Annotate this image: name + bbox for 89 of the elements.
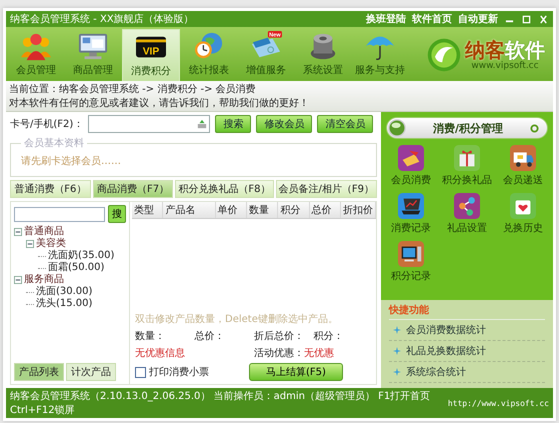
tree-item[interactable]: 洗面奶(35.00) — [48, 250, 114, 262]
window-title: 纳客会员管理系统 - XX旗舰店（体验版） — [10, 12, 194, 26]
feedback-text: 对本软件有任何的意见或者建议，请告诉我们，帮助我们做的更好！ — [9, 96, 309, 110]
action-button[interactable]: 修改会员 — [256, 115, 312, 133]
nav-tab[interactable]: VIP 消费积分 — [122, 29, 180, 81]
tab[interactable]: 商品消费（F7） — [92, 180, 174, 198]
hint-text: 双击修改产品数量，Delete键删除选中产品。 — [134, 312, 339, 326]
action-button[interactable]: 清空会员 — [317, 115, 374, 133]
panel-item[interactable]: 积分换礼品 — [439, 145, 495, 187]
panel-item[interactable]: 积分记录 — [383, 241, 439, 283]
bag-icon — [510, 193, 536, 219]
nav-tab[interactable]: 服务与支持 — [352, 29, 408, 81]
tree-category[interactable]: 美容类 — [36, 238, 66, 250]
logo-icon — [426, 37, 462, 73]
panel-item[interactable]: 礼品设置 — [439, 193, 495, 235]
header-link[interactable]: 换班登陆 — [366, 12, 406, 26]
panel-item[interactable]: 会员递送 — [495, 145, 551, 187]
column-header: 积分 — [278, 202, 310, 218]
collapse-icon[interactable] — [14, 228, 22, 236]
tab[interactable]: 积分兑换礼品（F8） — [175, 180, 274, 198]
column-header: 折扣价 — [341, 202, 376, 218]
people-icon — [19, 31, 53, 61]
column-header: 产品名 — [163, 202, 216, 218]
tree-category[interactable]: 服务商品 — [24, 274, 64, 286]
laptop-icon — [398, 193, 424, 219]
tree-category[interactable]: 普通商品 — [24, 226, 64, 238]
panel-title: 消费/积分管理 — [432, 120, 504, 136]
ring-icon — [530, 124, 539, 132]
tree-item[interactable]: 洗面(30.00) — [36, 286, 92, 298]
collapse-icon[interactable] — [26, 240, 34, 248]
card-label: 卡号/手机(F2)： — [10, 118, 84, 131]
sparkle-icon — [393, 368, 401, 376]
gift-icon — [454, 145, 480, 171]
search-button[interactable]: 搜 — [108, 205, 126, 223]
tree-item[interactable]: 洗头(15.00) — [36, 298, 92, 310]
discount-info: 无优惠信息 — [135, 346, 186, 360]
logo-name: 纳客软件 — [465, 39, 545, 61]
quick-title: 快捷功能 — [389, 303, 545, 320]
member-hint: 请先刷卡选择会员…… — [21, 156, 121, 167]
print-label: 打印消费小票 — [149, 366, 209, 379]
total-label: 总价： — [194, 330, 226, 343]
list-tab[interactable]: 计次产品 — [66, 363, 116, 381]
activity-value: 无优惠 — [304, 348, 334, 359]
panel-item[interactable]: 消费记录 — [383, 193, 439, 235]
quick-link[interactable]: 会员消费数据统计 — [406, 323, 486, 337]
status-text: 纳客会员管理系统（2.10.13.0_2.06.25.0） 当前操作员：admin（超级管理员） F1打开首页 Ctrl+F12锁屏 — [10, 390, 432, 417]
list-tab[interactable]: 产品列表 — [14, 363, 64, 381]
checkout-button[interactable]: 马上结算(F5) — [249, 363, 343, 381]
column-header: 数量 — [247, 202, 278, 218]
nav-tab[interactable]: 统计报表 — [181, 29, 237, 81]
column-header: 类型 — [132, 202, 164, 218]
print-checkbox[interactable] — [135, 366, 146, 378]
column-header: 单价 — [216, 202, 248, 218]
card-icon — [398, 145, 424, 171]
total-label: 积分： — [314, 330, 344, 343]
monitor-icon — [76, 31, 110, 61]
share-icon — [454, 193, 480, 219]
quick-link[interactable]: 礼品兑换数据统计 — [406, 344, 486, 358]
tab[interactable]: 会员备注/相片（F9） — [276, 180, 378, 198]
card-input-field[interactable] — [88, 115, 210, 133]
breadcrumb: 当前位置：纳客会员管理系统 -> 消费积分 -> 会员消费 — [9, 82, 256, 96]
logo-url: www.vipsoft.cc — [471, 61, 539, 71]
product-search-field[interactable] — [14, 206, 105, 222]
maximize-icon[interactable] — [521, 14, 532, 24]
collapse-icon[interactable] — [14, 276, 22, 284]
card-reader-icon[interactable] — [197, 119, 208, 129]
header-link[interactable]: 自动更新 — [458, 12, 498, 26]
truck-icon — [510, 145, 536, 171]
activity-label: 活动优惠： — [254, 348, 304, 359]
nav-tab[interactable]: 商品管理 — [65, 29, 121, 81]
member-info-legend: 会员基本资料 — [21, 136, 87, 150]
action-button[interactable]: 搜索 — [215, 115, 252, 133]
panel-item[interactable]: 兑换历史 — [495, 193, 551, 235]
orb-icon — [388, 119, 406, 137]
sparkle-icon — [393, 347, 401, 355]
tab[interactable]: 普通消费（F6） — [10, 180, 91, 198]
total-label: 数量： — [135, 330, 166, 343]
status-url[interactable]: http://www.vipsoft.cc — [448, 398, 549, 408]
close-icon[interactable] — [538, 14, 549, 24]
quick-link[interactable]: 系统综合统计 — [406, 365, 466, 379]
column-header: 总价 — [310, 202, 342, 218]
header-link[interactable]: 软件首页 — [412, 12, 452, 26]
nav-tab[interactable]: 系统设置 — [295, 29, 351, 81]
sparkle-icon — [393, 326, 401, 334]
tree-item[interactable]: 面霜(50.00) — [48, 262, 104, 274]
computer-icon — [398, 241, 424, 267]
panel-item[interactable]: 会员消费 — [383, 145, 439, 187]
nav-tab[interactable]: 会员管理 — [8, 29, 64, 81]
total-label: 折后总价： — [254, 330, 305, 343]
